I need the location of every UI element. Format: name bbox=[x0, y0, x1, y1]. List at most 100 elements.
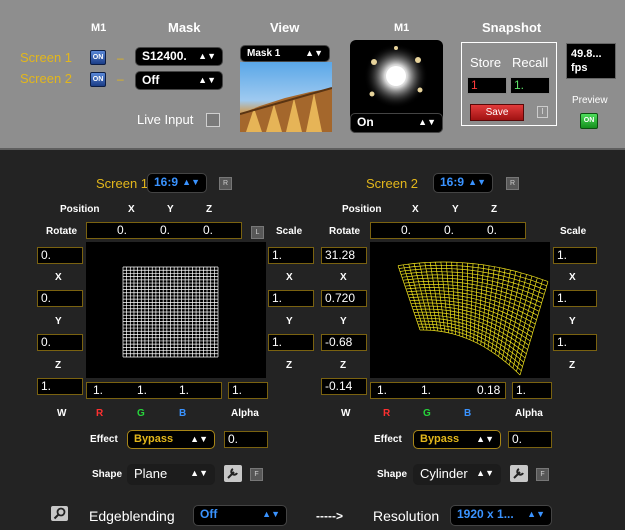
screen1-position-x-label: X bbox=[128, 204, 135, 215]
screen1-rotate-z-label: Z bbox=[55, 360, 62, 371]
screen1-r-label: R bbox=[96, 408, 104, 419]
screen1-scale-z-label: Z bbox=[286, 360, 293, 371]
screen1-on-toggle[interactable]: ON bbox=[90, 50, 106, 65]
screen2-rotate-x[interactable]: 0.720 bbox=[321, 290, 367, 307]
screen1-color-field[interactable]: 1. 1. 1. bbox=[86, 382, 222, 399]
mask-column-label: Mask bbox=[168, 20, 201, 35]
screen2-b-label: B bbox=[464, 408, 472, 419]
screen2-scale-x[interactable]: 1. bbox=[553, 290, 597, 307]
screen1-g-value[interactable]: 1. bbox=[179, 383, 189, 398]
updown-chevron-icon: ▲▼ bbox=[476, 468, 494, 478]
preview-on-toggle[interactable]: ON bbox=[580, 113, 598, 129]
resolution-label: Resolution bbox=[373, 508, 440, 524]
arrow-label: -----> bbox=[316, 509, 343, 523]
screen2-shape-select[interactable]: Cylinder ▲▼ bbox=[413, 464, 501, 485]
screen2-aspect-select[interactable]: 16:9 ▲▼ bbox=[433, 173, 493, 193]
screen2-pos-x[interactable]: 0. bbox=[401, 223, 411, 238]
updown-chevron-icon: ▲▼ bbox=[262, 509, 280, 519]
resolution-select[interactable]: 1920 x 1... ▲▼ bbox=[450, 505, 552, 526]
updown-chevron-icon: ▲▼ bbox=[527, 509, 545, 519]
recall-number-input[interactable]: 1. bbox=[510, 77, 550, 94]
m1-preview-label: M1 bbox=[394, 22, 410, 34]
screen2-wrench-icon[interactable] bbox=[510, 465, 528, 482]
plane-mesh-lines bbox=[122, 266, 219, 358]
screen2-reset-button[interactable]: R bbox=[506, 177, 519, 190]
screen2-position-field[interactable]: 0. 0. 0. bbox=[370, 222, 526, 239]
save-snapshot-button[interactable]: Save bbox=[470, 104, 524, 121]
fps-value: 49.8... bbox=[571, 48, 602, 60]
screen2-effect-select[interactable]: Bypass ▲▼ bbox=[413, 430, 501, 449]
screen1-effect-value: Bypass bbox=[134, 433, 174, 445]
screen1-w-value[interactable]: 1. bbox=[93, 383, 103, 398]
screen2-position-y-label: Y bbox=[452, 204, 459, 215]
screen1-position-label: Position bbox=[60, 204, 100, 215]
screen2-rotate-angle[interactable]: 31.28 bbox=[321, 247, 367, 264]
screen1-pos-x[interactable]: 0. bbox=[117, 223, 127, 238]
screen1-pos-y[interactable]: 0. bbox=[160, 223, 170, 238]
edgeblending-label: Edgeblending bbox=[89, 508, 175, 524]
screen1-scale-all[interactable]: 1. bbox=[268, 247, 314, 264]
view-column-label: View bbox=[270, 20, 300, 35]
mask-screen1-value: S12400. bbox=[142, 49, 187, 63]
screen2-r-value[interactable]: 1. bbox=[421, 383, 431, 398]
screen1-position-field[interactable]: 0. 0. 0. bbox=[86, 222, 242, 239]
screen1-wrench-icon[interactable] bbox=[224, 465, 242, 482]
screen2-scale-y[interactable]: 1. bbox=[553, 334, 597, 351]
screen1-rotate-z[interactable]: 1. bbox=[37, 378, 83, 395]
info-icon[interactable]: I bbox=[537, 106, 548, 118]
edgeblending-search-button[interactable] bbox=[51, 506, 68, 521]
screen1-scale-y[interactable]: 1. bbox=[268, 334, 314, 351]
screen1-rotate-angle[interactable]: 0. bbox=[37, 247, 83, 264]
screen1-link-button[interactable]: L bbox=[251, 226, 264, 239]
view-thumbnail-graphic bbox=[240, 87, 332, 132]
screen2-color-field[interactable]: 1. 1. 0.18 bbox=[370, 382, 506, 399]
screen2-pos-z[interactable]: 0. bbox=[487, 223, 497, 238]
mask-screen1-select[interactable]: S12400. ▲▼ bbox=[135, 47, 223, 66]
screen1-rotate-y[interactable]: 0. bbox=[37, 334, 83, 351]
screen1-aspect-select[interactable]: 16:9 ▲▼ bbox=[147, 173, 207, 193]
screen1-shape-select[interactable]: Plane ▲▼ bbox=[127, 464, 215, 485]
screen2-pos-y[interactable]: 0. bbox=[444, 223, 454, 238]
screen1-shape-value: Plane bbox=[134, 466, 168, 481]
screen1-aspect-value: 16:9 bbox=[154, 175, 179, 189]
screen1-r-value[interactable]: 1. bbox=[137, 383, 147, 398]
m1-column-label: M1 bbox=[91, 22, 107, 34]
screen2-rotate-y[interactable]: -0.68 bbox=[321, 334, 367, 351]
screen2-aspect-value: 16:9 bbox=[440, 175, 465, 189]
screen1-effect-select[interactable]: Bypass ▲▼ bbox=[127, 430, 215, 449]
edgeblending-select[interactable]: Off ▲▼ bbox=[193, 505, 287, 526]
screen2-alpha-input[interactable]: 1. bbox=[512, 382, 552, 399]
screen1-shape-label: Shape bbox=[92, 469, 123, 480]
screen1-b-label: B bbox=[179, 408, 187, 419]
screen2-w-value[interactable]: 1. bbox=[377, 383, 387, 398]
screen1-alpha-label: Alpha bbox=[231, 408, 259, 419]
screen1-row-label: Screen 1 bbox=[20, 50, 73, 65]
view-mask-select[interactable]: Mask 1 ▲▼ bbox=[240, 45, 330, 62]
screen1-reset-button[interactable]: R bbox=[219, 177, 232, 190]
m1-onoff-select[interactable]: On ▲▼ bbox=[350, 113, 443, 133]
screen1-rotate-y-label: Y bbox=[55, 316, 62, 327]
screen2-g-value[interactable]: 0.18 bbox=[477, 383, 500, 398]
cylinder-mesh-lines bbox=[397, 261, 549, 376]
screen1-pos-z[interactable]: 0. bbox=[203, 223, 213, 238]
screen2-f-button[interactable]: F bbox=[536, 468, 549, 481]
screen2-scale-all[interactable]: 1. bbox=[553, 247, 597, 264]
screen2-preview-canvas bbox=[370, 242, 550, 378]
snapshot-label: Snapshot bbox=[482, 20, 542, 35]
screen2-rotate-z[interactable]: -0.14 bbox=[321, 378, 367, 395]
mask-screen2-select[interactable]: Off ▲▼ bbox=[135, 71, 223, 90]
screen1-f-button[interactable]: F bbox=[250, 468, 263, 481]
screen1-rotate-x[interactable]: 0. bbox=[37, 290, 83, 307]
screen1-alpha-input[interactable]: 1. bbox=[228, 382, 268, 399]
screen2-shape-label: Shape bbox=[377, 469, 408, 480]
screen1-effect-amount[interactable]: 0. bbox=[224, 431, 268, 448]
screen2-scale-z-label: Z bbox=[569, 360, 576, 371]
screen1-scale-label: Scale bbox=[276, 226, 303, 237]
screen2-effect-amount[interactable]: 0. bbox=[508, 431, 552, 448]
screen1-scale-x[interactable]: 1. bbox=[268, 290, 314, 307]
view-thumbnail-image bbox=[240, 62, 332, 132]
screen1-position-z-label: Z bbox=[206, 204, 213, 215]
live-input-checkbox[interactable] bbox=[206, 113, 220, 127]
screen2-on-toggle[interactable]: ON bbox=[90, 72, 106, 87]
store-number-input[interactable]: 1 bbox=[467, 77, 507, 94]
